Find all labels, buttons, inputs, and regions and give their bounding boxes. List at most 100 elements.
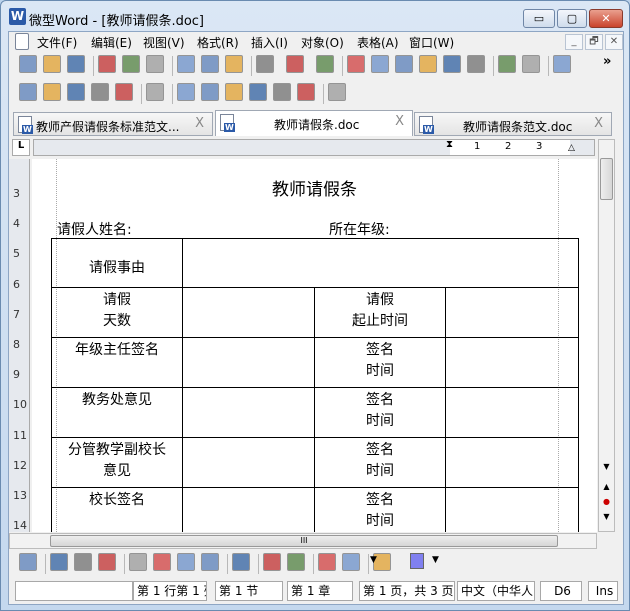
close-button[interactable]: ✕ <box>589 9 623 28</box>
table-cell[interactable]: 签名 时间 <box>314 387 446 438</box>
table-cell[interactable]: 年级主任签名 <box>51 337 183 388</box>
tab-1[interactable]: 教师请假条.doc X <box>215 110 413 136</box>
undo-icon[interactable] <box>256 55 274 73</box>
mdi-button-1[interactable]: 🗗 <box>585 34 603 50</box>
delete-doc-icon[interactable] <box>67 83 85 101</box>
shade-cells-icon[interactable] <box>201 553 219 571</box>
pdf-icon[interactable] <box>122 55 140 73</box>
copy-icon[interactable] <box>201 55 219 73</box>
page-width-icon[interactable] <box>371 55 389 73</box>
table-cell[interactable]: 请假 天数 <box>51 287 183 338</box>
find-icon[interactable] <box>316 55 334 73</box>
menu-5[interactable]: 对象(O) <box>301 34 344 51</box>
mdi-button-0[interactable]: _ <box>565 34 583 50</box>
table-cell[interactable]: 签名 时间 <box>314 487 446 532</box>
star-pen-icon[interactable] <box>177 83 195 101</box>
tab-2[interactable]: 教师请假条范文.doc X <box>414 112 612 136</box>
table-cell[interactable] <box>182 437 315 488</box>
horizontal-scrollbar[interactable]: III <box>9 533 597 549</box>
more-tools-icon[interactable]: » <box>603 54 611 69</box>
table-cell[interactable] <box>182 287 315 338</box>
table-cell[interactable] <box>445 437 579 488</box>
right-indent-icon[interactable]: △ <box>568 143 575 153</box>
scroll-thumb[interactable] <box>600 158 613 200</box>
merge-cells-icon[interactable] <box>50 553 68 571</box>
insert-row-icon[interactable] <box>263 553 281 571</box>
open-icon[interactable] <box>43 55 61 73</box>
tab-close-button[interactable]: X <box>195 116 204 131</box>
mdi-button-2[interactable]: ✕ <box>605 34 623 50</box>
new-icon[interactable] <box>19 55 37 73</box>
table-cell[interactable] <box>445 337 579 388</box>
borders-icon[interactable] <box>177 553 195 571</box>
next-pen-icon[interactable] <box>225 83 243 101</box>
delete-col-icon[interactable] <box>342 553 360 571</box>
redo-icon[interactable] <box>286 55 304 73</box>
cut-icon[interactable] <box>177 55 195 73</box>
forward-icon[interactable] <box>115 83 133 101</box>
reject-icon[interactable] <box>273 83 291 101</box>
accept-icon[interactable] <box>249 83 267 101</box>
menu-3[interactable]: 格式(R) <box>197 34 239 51</box>
tab-close-button[interactable]: X <box>594 116 603 131</box>
table-cell[interactable]: 请假事由 <box>51 238 183 288</box>
table-cell[interactable] <box>182 487 315 532</box>
browse-object-icon[interactable]: ● <box>600 497 613 511</box>
table-cell[interactable]: 签名 时间 <box>314 337 446 388</box>
split-h-icon[interactable] <box>74 553 92 571</box>
fill-color-dropdown-icon[interactable]: ▼ <box>432 555 439 565</box>
one-page-icon[interactable] <box>395 55 413 73</box>
table-cell[interactable] <box>182 337 315 388</box>
tab-0[interactable]: 教师产假请假条标准范文... X <box>13 112 213 136</box>
table-cell[interactable]: 签名 时间 <box>314 437 446 488</box>
doc-menu-icon[interactable] <box>15 33 29 50</box>
insert-table-icon[interactable] <box>129 553 147 571</box>
menu-6[interactable]: 表格(A) <box>357 34 399 51</box>
horizontal-ruler[interactable]: 1 2 3 ⧗ △ <box>33 139 595 156</box>
cell-style-dropdown-icon[interactable]: ▼ <box>370 555 377 565</box>
multi-doc-icon[interactable] <box>146 83 164 101</box>
delete-row-icon[interactable] <box>318 553 336 571</box>
vertical-scrollbar[interactable]: ▼ ▲ ● ▼ <box>598 139 615 532</box>
tab-close-button[interactable]: X <box>395 114 404 129</box>
menu-4[interactable]: 插入(I) <box>251 34 288 51</box>
prev-page-icon[interactable]: ▲ <box>600 482 613 496</box>
table-cell[interactable]: 分管教学副校长 意见 <box>51 437 183 488</box>
font-color-icon[interactable] <box>498 55 516 73</box>
actual-size-icon[interactable] <box>347 55 365 73</box>
tab-stop-selector[interactable]: L <box>12 139 30 156</box>
prev-pen-icon[interactable] <box>201 83 219 101</box>
table-cell[interactable] <box>445 487 579 532</box>
menu-1[interactable]: 编辑(E) <box>91 34 132 51</box>
insert-col-icon[interactable] <box>287 553 305 571</box>
scroll-down-icon[interactable]: ▼ <box>600 462 613 476</box>
zoom-icon[interactable] <box>443 55 461 73</box>
print-icon[interactable] <box>98 55 116 73</box>
spell-check-icon[interactable] <box>553 55 571 73</box>
table-cell[interactable] <box>445 387 579 438</box>
track-changes-icon[interactable] <box>328 83 346 101</box>
paragraph-mark-icon[interactable] <box>522 55 540 73</box>
zoom-percent-icon[interactable] <box>467 55 485 73</box>
back-icon[interactable] <box>91 83 109 101</box>
table-cell[interactable] <box>445 287 579 338</box>
maximize-button[interactable]: ▢ <box>557 9 587 28</box>
split-v-icon[interactable] <box>98 553 116 571</box>
table-icon[interactable] <box>19 553 37 571</box>
delete-table-icon[interactable] <box>153 553 171 571</box>
two-page-icon[interactable] <box>419 55 437 73</box>
document-page[interactable]: 教师请假条 请假人姓名: 所在年级: 请假事由 请假 天数 请假 起止时间 年级主任签… <box>32 159 597 532</box>
table-cell[interactable] <box>182 387 315 438</box>
edit-note-icon[interactable] <box>297 83 315 101</box>
vertical-ruler[interactable]: 3 4 5 6 7 8 9 10 11 12 13 14 <box>9 159 30 532</box>
print-preview-icon[interactable] <box>146 55 164 73</box>
fill-color-icon[interactable] <box>410 553 424 569</box>
minimize-button[interactable]: ▭ <box>523 9 555 28</box>
table-cell[interactable]: 教务处意见 <box>51 387 183 438</box>
edit-doc-icon[interactable] <box>43 83 61 101</box>
save-icon[interactable] <box>67 55 85 73</box>
table-cell[interactable] <box>182 238 579 288</box>
h-scroll-thumb[interactable]: III <box>50 535 558 547</box>
paste-icon[interactable] <box>225 55 243 73</box>
next-page-icon[interactable]: ▼ <box>600 512 613 526</box>
